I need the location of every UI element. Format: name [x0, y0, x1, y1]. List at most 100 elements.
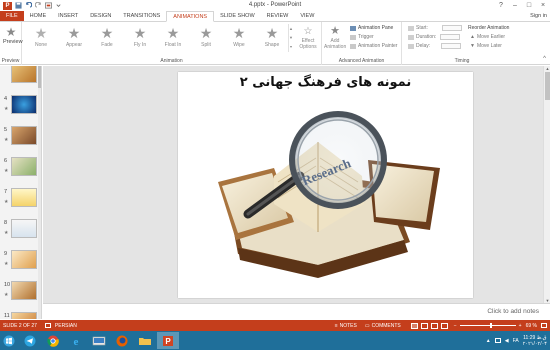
duration-spinner[interactable]	[440, 34, 461, 40]
zoom-out-button[interactable]: −	[454, 323, 457, 329]
editor-scroll-thumb[interactable]	[545, 72, 550, 100]
help-button[interactable]: ?	[494, 0, 508, 11]
zoom-slider-thumb[interactable]	[489, 323, 492, 328]
thumbnail-number: 7	[4, 189, 8, 195]
move-earlier-icon: ▲	[470, 34, 475, 40]
collapse-ribbon-icon[interactable]: ^	[543, 56, 546, 62]
thumbnail-slide-10[interactable]: 10 ★	[0, 279, 41, 307]
zoom-slider[interactable]	[459, 323, 516, 328]
spelling-icon[interactable]	[44, 323, 51, 328]
thumbnail-slide-5[interactable]: 5 ★	[0, 124, 41, 152]
tab-review[interactable]: REVIEW	[261, 11, 295, 21]
thumbnail-number: 9	[4, 251, 8, 257]
animation-pane-label: Animation Pane	[358, 25, 394, 31]
gallery-scroll[interactable]: ▲ ▼ ▾	[288, 24, 293, 52]
effect-wipe[interactable]: ★ Wipe	[225, 24, 253, 52]
preview-button[interactable]: ★ Preview	[3, 25, 23, 45]
thumbnail-number: 11	[4, 313, 10, 319]
editor-scrollbar[interactable]: ▲ ▼	[543, 66, 550, 303]
advanced-animation-group-label: Advanced Animation	[338, 58, 385, 64]
taskbar-chrome[interactable]	[42, 332, 64, 349]
network-icon[interactable]	[494, 338, 501, 343]
normal-view-icon[interactable]	[410, 322, 418, 329]
volume-icon[interactable]: ◀	[505, 338, 509, 344]
comments-icon: ▭	[364, 322, 370, 329]
language-indicator[interactable]: PERSIAN	[55, 323, 77, 329]
tab-insert[interactable]: INSERT	[52, 11, 84, 21]
effect-split[interactable]: ★ Split	[192, 24, 220, 52]
taskbar-firefox[interactable]	[111, 332, 133, 349]
effect-fade[interactable]: ★ Fade	[93, 24, 121, 52]
close-button[interactable]: ×	[536, 0, 550, 11]
input-language[interactable]: FA	[513, 338, 519, 344]
taskbar-explorer[interactable]	[88, 332, 110, 349]
notes-toggle[interactable]: ≡ NOTES	[335, 323, 357, 329]
taskbar-folder[interactable]	[134, 332, 156, 349]
tab-view[interactable]: VIEW	[294, 11, 320, 21]
preview-star-icon: ★	[5, 25, 17, 39]
move-earlier-button[interactable]: ▲ Move Earlier	[470, 34, 505, 40]
explorer-icon	[92, 336, 106, 345]
tab-design[interactable]: DESIGN	[84, 11, 117, 21]
thumbnail-image	[11, 219, 37, 238]
minimize-button[interactable]: –	[508, 0, 522, 11]
zoom-in-button[interactable]: +	[519, 323, 522, 329]
notes-placeholder[interactable]: Click to add notes	[487, 308, 539, 315]
tab-home[interactable]: HOME	[24, 11, 53, 21]
taskbar-powerpoint[interactable]: P	[157, 332, 179, 349]
thumbnail-slide-9[interactable]: 9 ★	[0, 248, 41, 276]
zoom-level[interactable]: 69 %	[526, 323, 537, 329]
tray-arrow-icon[interactable]: ▲	[486, 338, 491, 344]
taskbar-telegram[interactable]	[19, 332, 41, 349]
thumbnail-slide-8[interactable]: 8 ★	[0, 217, 41, 245]
effect-appear[interactable]: ★ Appear	[60, 24, 88, 52]
sign-in-link[interactable]: Sign in	[530, 11, 547, 22]
animation-star-icon: ★	[4, 137, 9, 143]
tab-animations[interactable]: ANIMATIONS	[166, 11, 215, 22]
reading-view-icon[interactable]	[430, 322, 438, 329]
start-select[interactable]	[441, 25, 462, 31]
effect-split-label: Split	[201, 42, 211, 48]
thumbnail-slide-3[interactable]	[0, 66, 41, 90]
thumbnail-scroll-thumb[interactable]	[38, 66, 41, 88]
current-slide[interactable]: نمونه های فرهنگ جهانی ۲ Research	[178, 72, 473, 298]
effect-appear-icon: ★	[67, 25, 81, 41]
comments-toggle[interactable]: ▭ COMMENTS	[365, 323, 401, 329]
tab-file[interactable]: FILE	[0, 11, 24, 21]
move-later-button[interactable]: ▼ Move Later	[470, 43, 502, 49]
thumbnail-slide-6[interactable]: 6 ★	[0, 155, 41, 183]
delay-spinner[interactable]	[441, 43, 462, 49]
scroll-up-arrow-icon[interactable]: ▲	[544, 66, 550, 71]
effect-float-in[interactable]: ★ Float In	[159, 24, 187, 52]
maximize-button[interactable]: □	[522, 0, 536, 11]
thumbnail-slide-4[interactable]: 4 ★	[0, 93, 41, 121]
start-button[interactable]	[0, 332, 18, 349]
effect-fly-in-label: Fly In	[133, 42, 147, 48]
animation-star-icon: ★	[4, 261, 9, 267]
start-label: Start:	[416, 25, 428, 31]
animation-group: ★ None ★ Appear ★ Fade ★ Fly In ★ Float In ★ S…	[22, 22, 322, 65]
animation-painter-button[interactable]: Animation Painter	[350, 43, 397, 49]
fit-to-window-icon[interactable]	[541, 323, 547, 328]
preview-label: Preview	[3, 39, 23, 45]
animation-star-icon: ★	[4, 168, 9, 174]
thumbnail-scrollbar[interactable]	[38, 66, 41, 319]
effect-none[interactable]: ★ None	[27, 24, 55, 52]
taskbar-ie[interactable]: e	[65, 332, 87, 349]
trigger-button[interactable]: Trigger	[350, 34, 374, 40]
slideshow-view-icon[interactable]	[440, 322, 448, 329]
books-magnifier-image[interactable]: Research	[178, 72, 473, 298]
effect-options-button[interactable]: ☆ Effect Options	[295, 26, 321, 50]
effect-fly-in[interactable]: ★ Fly In	[126, 24, 154, 52]
clock[interactable]: 11:29 ق.ظ ۲۰۲۱/۰۲/۰۴	[523, 335, 547, 347]
add-animation-button[interactable]: ★ Add Animation	[324, 25, 346, 50]
animation-pane-button[interactable]: Animation Pane	[350, 25, 393, 31]
effect-shape[interactable]: ★ Shape	[258, 24, 286, 52]
tab-transitions[interactable]: TRANSITIONS	[117, 11, 166, 21]
notes-pane[interactable]: Click to add notes	[43, 303, 550, 320]
thumbnail-slide-11[interactable]: 11	[0, 310, 41, 319]
thumbnail-slide-7[interactable]: 7 ★	[0, 186, 41, 214]
slide-sorter-icon[interactable]	[420, 322, 428, 329]
thumbnail-number: 10	[4, 282, 11, 288]
tab-slide-show[interactable]: SLIDE SHOW	[214, 11, 261, 21]
